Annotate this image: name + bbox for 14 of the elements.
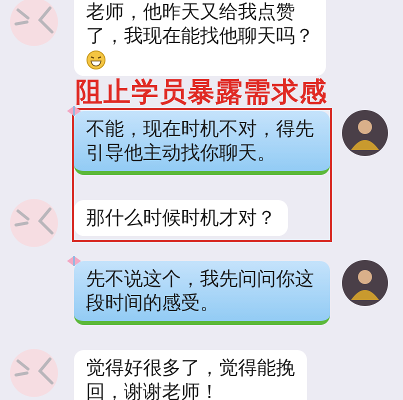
message-text: 段时间的感受。 (86, 291, 220, 315)
avatar (8, 197, 60, 249)
message-text: 那什么时候时机才对？ (86, 206, 276, 230)
avatar (8, 347, 60, 399)
message-text: 老师，他昨天又给我点赞 (86, 0, 296, 24)
message-text: 不能，现在时机不对，得先 (86, 117, 315, 141)
avatar (342, 260, 388, 306)
avatar (342, 110, 388, 156)
message-text: 先不说这个，我先问问你这 (86, 267, 315, 291)
message-text: 觉得好很多了，觉得能挽 (86, 356, 295, 380)
message-text: 引导他主动找你聊天。 (86, 141, 277, 165)
annotation-title: 阻止学员暴露需求感 (76, 78, 328, 108)
avatar (8, 0, 60, 48)
message-text: 了，我现在能找他聊天吗？ (86, 24, 314, 48)
